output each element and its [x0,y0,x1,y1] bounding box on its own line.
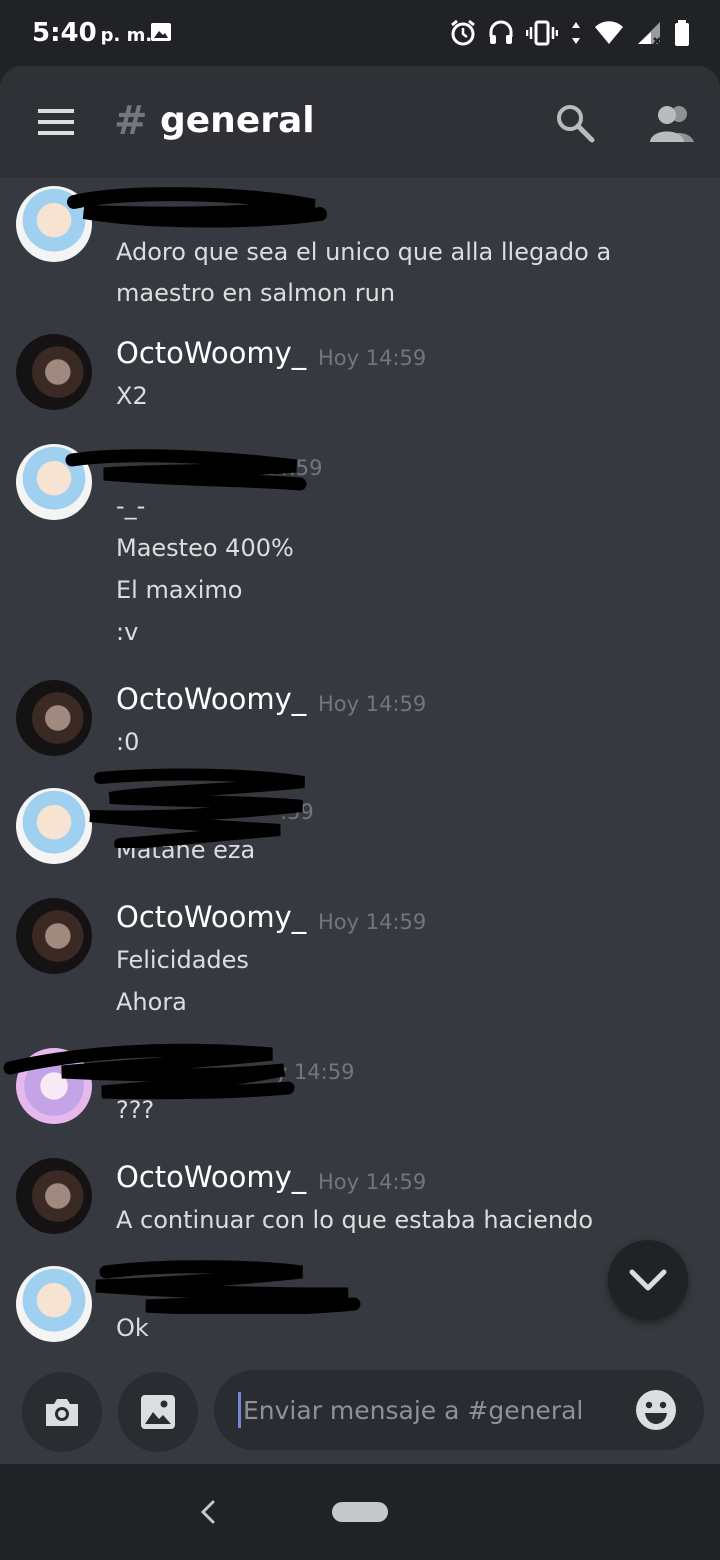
chat-app: # general Adoro que sea el unico que all… [0,66,720,1464]
channel-header: # general [0,66,720,178]
message-text: Ahora [116,988,187,1016]
emoji-icon[interactable] [634,1388,678,1432]
home-pill[interactable] [332,1502,388,1522]
message-timestamp: Hoy 14:59 [318,910,427,934]
message-text: Adoro que sea el unico que alla llegado … [116,238,612,266]
message-timestamp: Hoy 14:59 [318,1170,427,1194]
status-bar: 5:40 p. m. [0,0,720,66]
avatar[interactable] [16,898,92,974]
status-time-ampm: p. m. [100,25,153,46]
image-icon [141,1395,175,1429]
chevron-down-icon [629,1269,667,1291]
message-text: -_- [116,492,146,520]
back-icon[interactable] [198,1498,218,1526]
message-text: Maesteo 400% [116,534,294,562]
wifi-icon [595,21,623,44]
vibrate-icon [526,20,558,46]
camera-icon [46,1399,78,1426]
message-composer: Enviar mensaje a #general [0,1368,720,1464]
channel-title: general [160,100,315,141]
alarm-icon [451,19,475,46]
status-time-value: 5:40 [32,18,97,48]
message-input[interactable]: Enviar mensaje a #general [214,1370,704,1450]
message-input-placeholder: Enviar mensaje a #general [243,1395,584,1425]
message-author[interactable]: OctoWoomy_ [116,336,306,370]
headphones-icon [489,20,513,44]
members-icon[interactable] [648,102,696,144]
camera-button[interactable] [22,1372,102,1452]
message-text: Ok [116,1314,149,1342]
hamburger-menu-icon[interactable] [36,106,76,138]
text-cursor [238,1392,241,1428]
message-text: :0 [116,728,140,756]
message-text: maestro en salmon run [116,279,396,307]
avatar[interactable] [16,1158,92,1234]
message-text: A continuar con lo que estaba haciendo [116,1206,594,1234]
redaction-scribble [95,1260,361,1314]
photo-notification-icon [151,23,171,41]
channel-hash-icon: # [114,98,148,144]
battery-icon [675,20,689,46]
message-author[interactable]: OctoWoomy_ [116,1160,306,1194]
message-text: X2 [116,382,148,410]
redaction-scribble [3,1043,295,1100]
avatar[interactable] [16,680,92,756]
message-text: :v [116,618,139,646]
redaction-scribble [67,187,327,228]
message-author[interactable]: OctoWoomy_ [116,682,306,716]
message-timestamp: Hoy 14:59 [318,346,427,370]
avatar[interactable] [16,334,92,410]
message-author[interactable]: OctoWoomy_ [116,900,306,934]
status-time: 5:40 p. m. [32,18,152,48]
signal-icon [638,22,661,45]
message-text: Felicidades [116,946,249,974]
avatar[interactable] [16,1266,92,1342]
data-arrows-icon [572,22,580,44]
gallery-button[interactable] [118,1372,198,1452]
status-icons [450,18,690,48]
redaction-scribble [65,449,307,491]
redaction-scribble [89,768,305,848]
jump-to-latest-button[interactable] [608,1240,688,1320]
message-text: El maximo [116,576,243,604]
search-icon[interactable] [554,102,596,144]
system-nav-bar [0,1464,720,1560]
message-timestamp: Hoy 14:59 [318,692,427,716]
